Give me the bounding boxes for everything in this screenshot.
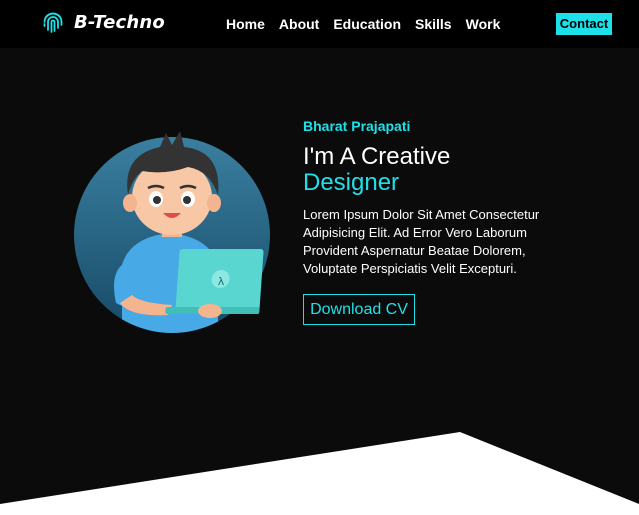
hero-name: Bharat Prajapati — [303, 118, 411, 134]
laptop-logo: λ — [218, 275, 225, 288]
nav-link-skills[interactable]: Skills — [415, 15, 452, 33]
nav-link-work[interactable]: Work — [466, 15, 501, 33]
bottom-wedge — [0, 432, 639, 515]
hero-title-line2: Designer — [303, 169, 400, 196]
nav-link-home[interactable]: Home — [226, 15, 265, 33]
top-nav: B-Techno Home About Education Skills Wor… — [0, 0, 639, 48]
brand-name: B-Techno — [74, 11, 165, 33]
contact-button[interactable]: Contact — [556, 13, 612, 35]
nav-link-about[interactable]: About — [279, 15, 319, 33]
hero-avatar: λ — [70, 125, 285, 340]
laptop — [165, 249, 264, 314]
main-menu: Home About Education Skills Work — [226, 15, 514, 33]
hero-description: Lorem Ipsum Dolor Sit Amet Consectetur A… — [303, 207, 540, 276]
nav-link-education[interactable]: Education — [333, 15, 401, 33]
brand-logo[interactable]: B-Techno — [42, 10, 165, 34]
hero-title-line1: I'm A Creative — [303, 143, 451, 170]
download-cv-button[interactable]: Download CV — [303, 294, 415, 325]
fingerprint-icon — [42, 10, 64, 34]
hero-title: I'm A Creative Designer — [303, 144, 450, 196]
